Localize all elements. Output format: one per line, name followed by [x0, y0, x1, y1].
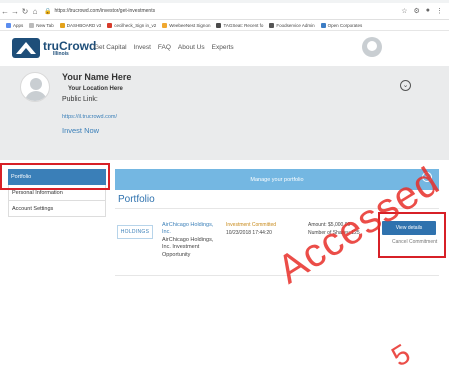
- page-icon: [29, 22, 35, 28]
- invest-now-link[interactable]: Invest Now: [62, 126, 99, 135]
- bookmark-open-corporates[interactable]: Open Corporates: [320, 22, 362, 28]
- public-link-label: Public Link:: [62, 96, 98, 103]
- user-avatar-icon[interactable]: [362, 37, 382, 57]
- bookmark-favicon-icon: [216, 22, 222, 28]
- menu-icon[interactable]: ⋮: [436, 7, 443, 15]
- company-name-link[interactable]: AirChicago Holdings, Inc.: [162, 222, 220, 236]
- investment-status: Investment Committed: [226, 222, 277, 228]
- nav-experts[interactable]: Experts: [212, 44, 234, 51]
- public-link-url[interactable]: https://il.trucrowd.com/: [62, 114, 117, 120]
- portfolio-highlight-annotation: [0, 163, 110, 190]
- back-icon[interactable]: ←: [0, 7, 10, 16]
- chevron-down-icon[interactable]: ⌄: [400, 80, 411, 91]
- watermark-text-2: 5: [386, 337, 416, 368]
- url-text: https://trucrowd.com/investor/get-invest…: [54, 8, 156, 14]
- company-description: AirChicago Holdings, Inc. Investment Opp…: [162, 237, 214, 258]
- page-title: Portfolio: [118, 194, 155, 205]
- profile-location: Your Location Here: [68, 86, 123, 92]
- bookmark-weebeenest[interactable]: WeebeeNest Signon: [162, 22, 210, 28]
- browser-address-bar: ← → ↻ ⌂ 🔒 https://trucrowd.com/investor/…: [0, 3, 449, 20]
- brand-name: truCrowd: [43, 38, 97, 53]
- top-navigation: Get Capital Invest FAQ About Us Experts: [94, 44, 234, 51]
- nav-about-us[interactable]: About Us: [178, 44, 205, 51]
- bookmark-favicon-icon: [107, 22, 113, 28]
- bookmark-foodservice[interactable]: Foodservice Admin: [269, 22, 315, 28]
- extension-icon[interactable]: ⚙: [413, 7, 419, 15]
- apps-icon: [6, 22, 11, 28]
- investment-date: 10/23/2018 17:44:20: [226, 230, 272, 236]
- bookmark-tagseat[interactable]: TAGSeat: Recent fo: [216, 22, 263, 28]
- profile-avatar-icon: [20, 72, 50, 102]
- bookmark-cecilheck[interactable]: cecilheck_Sign in_v2: [107, 22, 156, 28]
- bookmark-apps[interactable]: Apps: [6, 22, 23, 28]
- lock-icon: 🔒: [44, 8, 52, 15]
- divider: [115, 275, 439, 276]
- company-logo: HOLDINGS: [117, 225, 153, 239]
- nav-faq[interactable]: FAQ: [158, 44, 171, 51]
- forward-icon[interactable]: →: [10, 7, 20, 16]
- url-field[interactable]: 🔒 https://trucrowd.com/investor/get-inve…: [44, 6, 401, 17]
- home-icon[interactable]: ⌂: [30, 7, 40, 16]
- bookmark-new-tab[interactable]: New Tab: [29, 22, 54, 28]
- profile-icon[interactable]: ●: [426, 7, 430, 15]
- site-logo[interactable]: truCrowd Illinois: [12, 38, 96, 58]
- profile-name: Your Name Here: [62, 72, 132, 82]
- star-icon[interactable]: ☆: [401, 7, 407, 15]
- bookmark-favicon-icon: [162, 22, 168, 28]
- nav-invest[interactable]: Invest: [134, 44, 151, 51]
- bookmark-favicon-icon: [59, 22, 65, 28]
- bookmark-dashboard[interactable]: DASHBOARD v3: [59, 22, 101, 28]
- nav-get-capital[interactable]: Get Capital: [94, 44, 127, 51]
- reload-icon[interactable]: ↻: [20, 7, 30, 16]
- bookmark-favicon-icon: [269, 22, 275, 28]
- bookmark-favicon-icon: [320, 22, 326, 28]
- sidebar-item-account-settings[interactable]: Account Settings: [8, 201, 106, 217]
- bookmarks-bar: Apps New Tab DASHBOARD v3 cecilheck_Sign…: [0, 20, 449, 31]
- trucrowd-logo-icon: [12, 38, 40, 58]
